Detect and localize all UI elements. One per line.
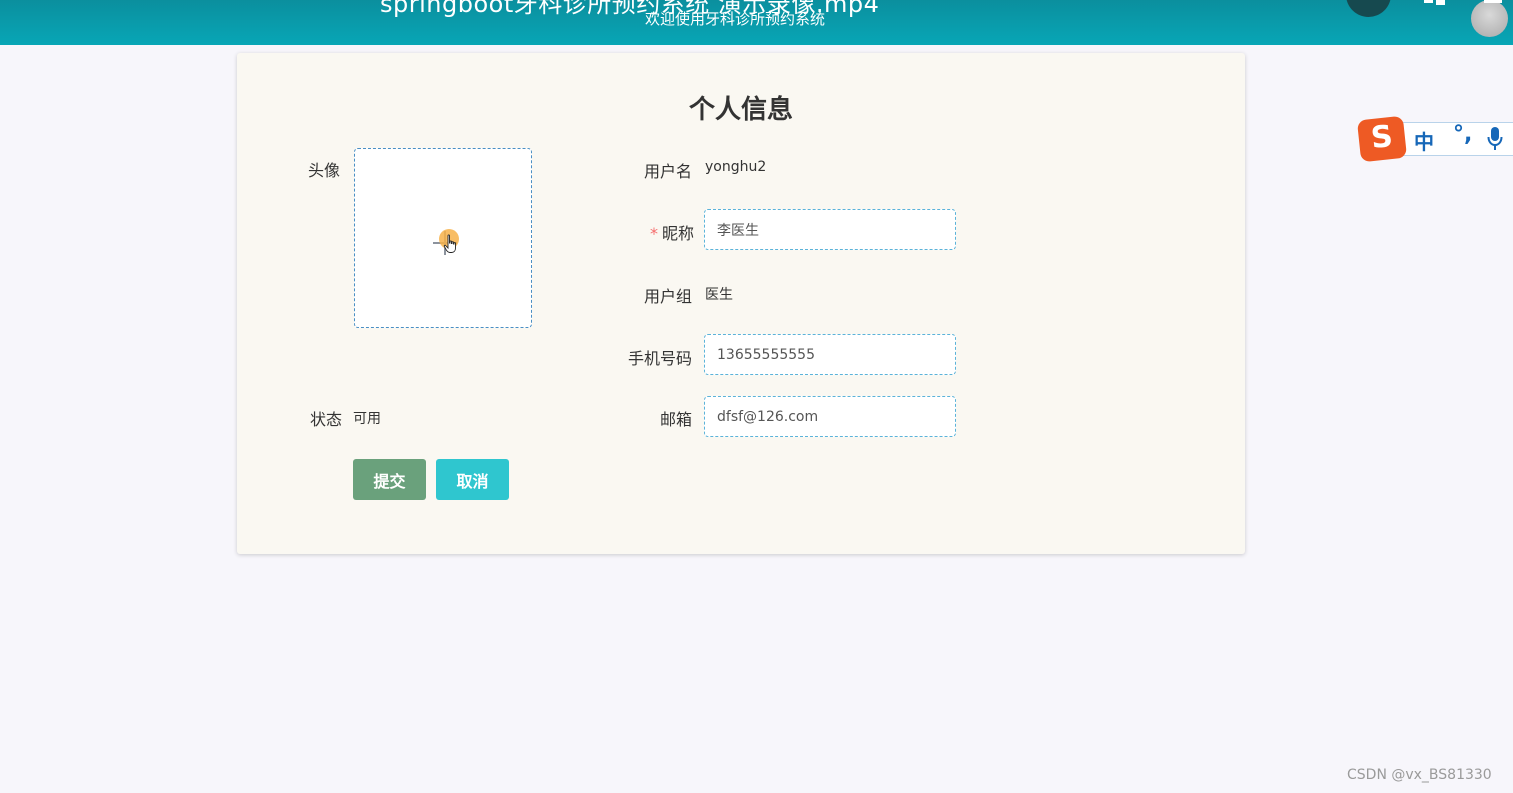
ime-mode-toggle[interactable]: 中 [1414,126,1434,155]
email-input[interactable] [704,396,956,437]
cancel-button[interactable]: 取消 [436,459,509,500]
phone-label: 手机号码 [628,349,693,368]
submit-button[interactable]: 提交 [353,459,426,500]
avatar-indicator [1484,0,1502,3]
avatar-label: 头像 [308,161,341,180]
user-group-label: 用户组 [644,287,693,306]
status-label: 状态 [310,410,343,429]
microphone-icon[interactable] [1487,126,1503,152]
watermark: CSDN @vx_BS81330 [1347,767,1492,783]
welcome-text: 欢迎使用牙科诊所预约系统 [645,10,826,28]
top-header: springboot牙科诊所预约系统 演示录像.mp4 欢迎使用牙科诊所预约系统 [0,0,1513,45]
profile-card: 个人信息 头像 状态 可用 用户名 yonghu2 *昵称 用户组 医生 手机号… [237,53,1245,554]
username-value: yonghu2 [705,159,767,175]
user-avatar-circle[interactable] [1346,0,1391,17]
email-label: 邮箱 [660,410,693,429]
nickname-label-text: 昵称 [662,224,695,243]
exit-icon[interactable] [1424,0,1448,6]
ime-punctuation-toggle[interactable]: °, [1453,122,1472,147]
user-group-value: 医生 [705,287,733,303]
required-mark: * [650,224,658,243]
ime-logo-icon[interactable]: S [1356,115,1408,163]
nickname-input[interactable] [704,209,956,250]
avatar-upload[interactable] [354,148,532,328]
phone-input[interactable] [704,334,956,375]
username-label: 用户名 [644,162,693,181]
page-title: 个人信息 [688,95,793,125]
ime-toolbar[interactable]: S 中 °, [1356,115,1513,163]
nickname-label: * 昵称 [650,220,694,244]
hand-cursor-icon [443,234,456,253]
status-value: 可用 [353,411,381,427]
avatar[interactable] [1471,0,1508,37]
